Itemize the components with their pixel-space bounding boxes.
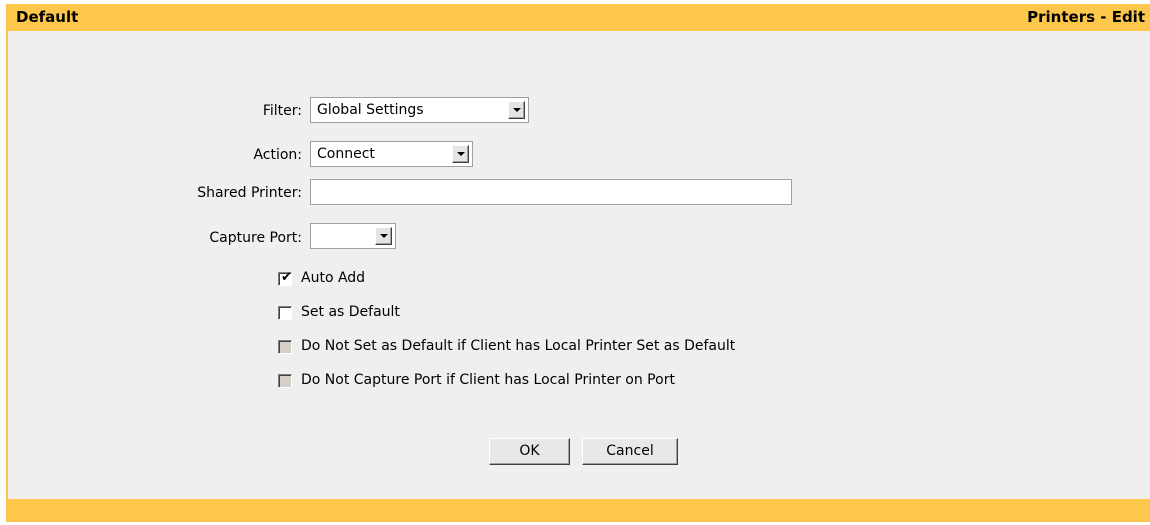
chevron-down-icon[interactable] xyxy=(452,145,469,163)
check-icon: ✔ xyxy=(281,270,292,285)
auto-add-checkbox[interactable]: ✔ xyxy=(278,270,292,286)
do-not-capture-port-label: Do Not Capture Port if Client has Local … xyxy=(301,372,675,388)
capture-port-select[interactable] xyxy=(310,223,396,249)
action-select-value: Connect xyxy=(317,146,375,162)
dialog-frame: Default Printers - Edit Filter: Global S… xyxy=(6,4,1150,522)
ok-button[interactable]: OK xyxy=(489,438,570,465)
set-as-default-checkbox[interactable] xyxy=(278,306,292,320)
auto-add-label: Auto Add xyxy=(301,270,366,286)
capture-port-label: Capture Port: xyxy=(209,230,302,246)
filter-label: Filter: xyxy=(262,103,302,119)
filter-select[interactable]: Global Settings xyxy=(310,97,529,123)
action-select[interactable]: Connect xyxy=(310,141,473,167)
do-not-capture-port-checkbox[interactable] xyxy=(278,374,292,388)
do-not-set-default-label: Do Not Set as Default if Client has Loca… xyxy=(301,338,736,354)
chevron-down-icon[interactable] xyxy=(508,101,525,119)
action-label: Action: xyxy=(253,147,302,163)
do-not-set-default-checkbox[interactable] xyxy=(278,340,292,354)
header-title-right: Printers - Edit xyxy=(1027,8,1145,26)
chevron-down-icon[interactable] xyxy=(375,227,392,245)
filter-select-value: Global Settings xyxy=(317,102,424,118)
cancel-button[interactable]: Cancel xyxy=(582,438,678,465)
header-title-left: Default xyxy=(16,8,79,26)
shared-printer-label: Shared Printer: xyxy=(197,185,302,201)
shared-printer-input[interactable] xyxy=(310,179,792,205)
footer-bar xyxy=(8,499,1150,522)
set-as-default-label: Set as Default xyxy=(301,304,400,320)
header-bar: Default Printers - Edit xyxy=(8,4,1150,31)
